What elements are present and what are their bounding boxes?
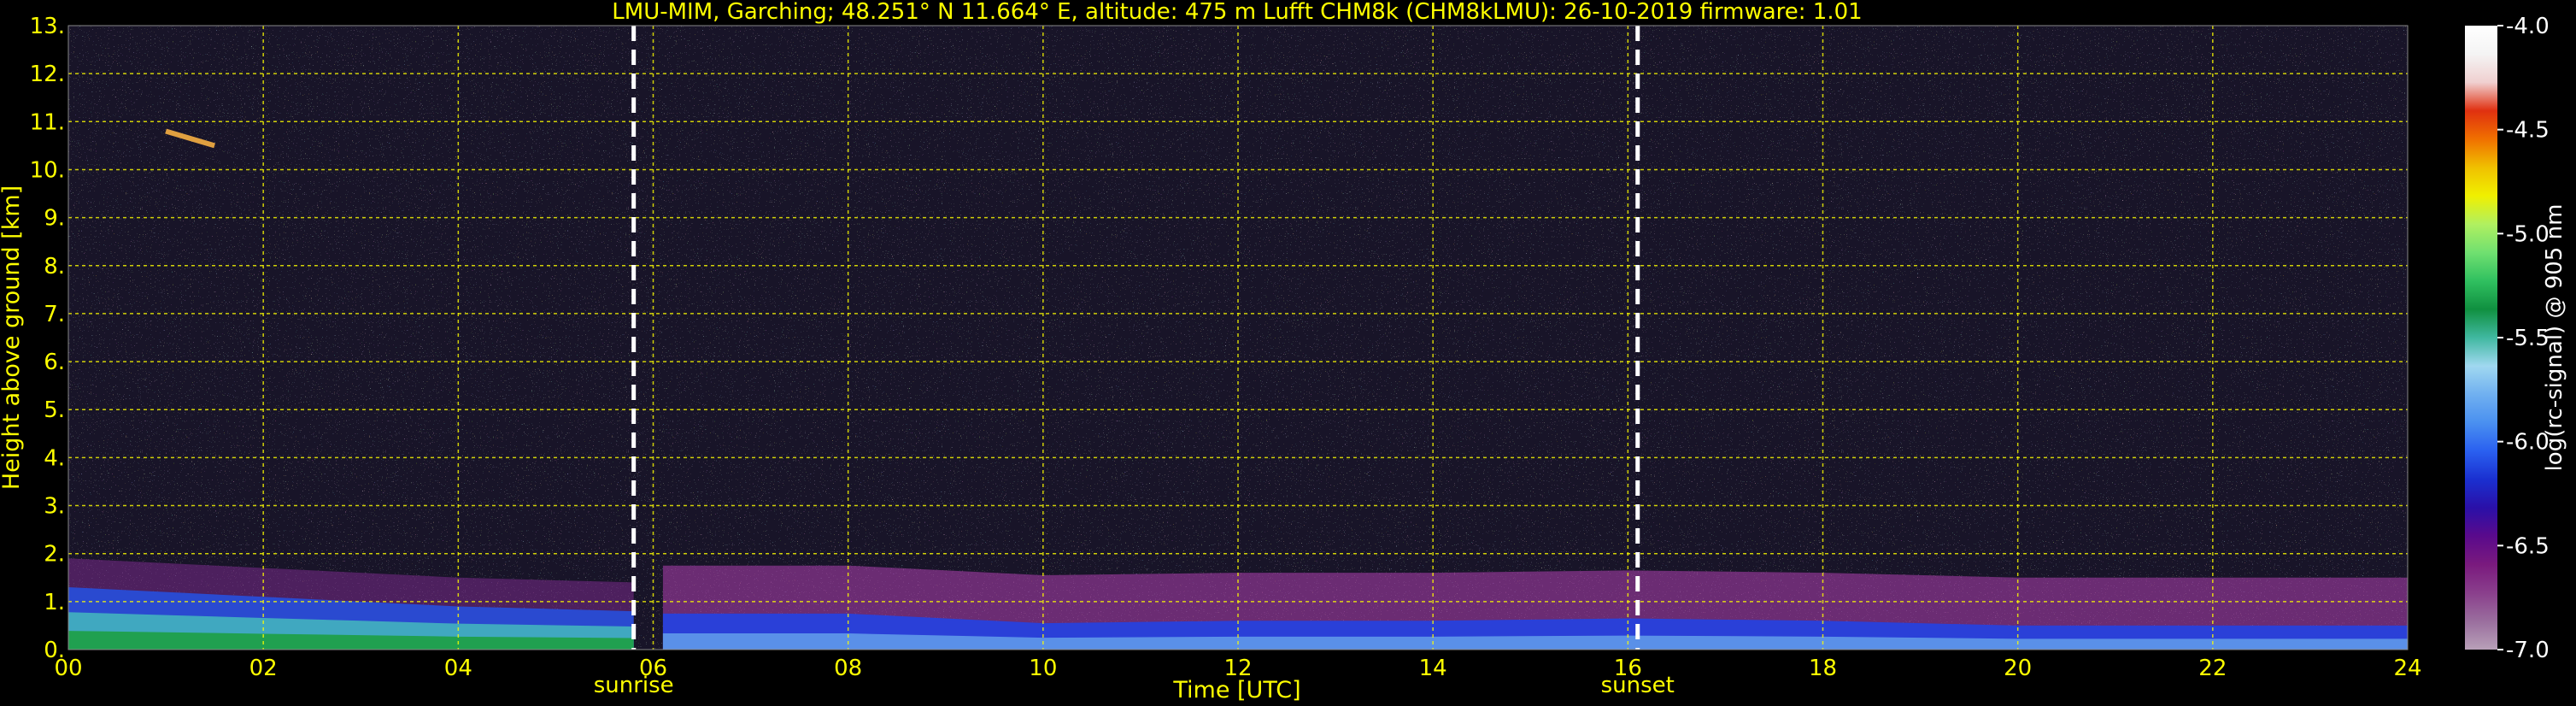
x-tick-label: 22 — [2198, 656, 2227, 681]
y-tick-label: 0. — [44, 638, 65, 663]
colorbar-tick-label: -4.5 — [2506, 118, 2550, 144]
y-tick-label: 6. — [44, 350, 65, 375]
y-tick-label: 11. — [30, 109, 65, 135]
plot-area — [67, 25, 2409, 650]
colorbar-tick-label: -7.0 — [2506, 638, 2550, 663]
signal-noise — [68, 26, 2408, 650]
colorbar-tick-label: -4.0 — [2506, 14, 2550, 39]
y-axis-ticks: 0. 1. 2. 3. 4. 5. 6. 7. 8. 9. 10. 11. 12. 13. — [30, 14, 65, 663]
y-tick-label: 8. — [44, 254, 65, 279]
y-tick-label: 13. — [30, 14, 65, 39]
x-tick-label: 10 — [1029, 656, 1057, 681]
colorbar: -4.0-4.5-5.0-5.5-6.0-6.5-7.0 log(rc-sign… — [2465, 14, 2567, 663]
y-tick-label: 3. — [44, 494, 65, 520]
x-tick-label: 18 — [1809, 656, 1837, 681]
colorbar-tick-label: -6.5 — [2506, 533, 2550, 559]
x-tick-label: 24 — [2393, 656, 2421, 681]
y-tick-label: 1. — [44, 590, 65, 615]
x-tick-label: 04 — [444, 656, 472, 681]
x-tick-label: 02 — [249, 656, 278, 681]
marker-label-sunset: sunset — [1601, 673, 1675, 698]
x-axis-label: Time [UTC] — [1172, 677, 1300, 703]
x-tick-label: 14 — [1419, 656, 1447, 681]
marker-label-sunrise: sunrise — [594, 673, 674, 698]
y-tick-label: 9. — [44, 206, 65, 232]
ceilometer-figure: LMU-MIM, Garching; 48.251° N 11.664° E, … — [0, 0, 2567, 703]
y-tick-label: 4. — [44, 445, 65, 471]
colorbar-label: log(rc-signal) @ 905 nm — [2542, 204, 2567, 472]
chart-title: LMU-MIM, Garching; 48.251° N 11.664° E, … — [612, 0, 1862, 25]
y-axis-label: Height above ground [km] — [0, 185, 25, 490]
x-tick-label: 20 — [2004, 656, 2032, 681]
x-tick-label: 08 — [834, 656, 862, 681]
y-tick-label: 5. — [44, 397, 65, 423]
y-tick-label: 12. — [30, 62, 65, 87]
y-tick-label: 7. — [44, 302, 65, 327]
y-tick-label: 10. — [30, 157, 65, 183]
y-tick-label: 2. — [44, 542, 65, 568]
colorbar-bar — [2465, 26, 2497, 650]
